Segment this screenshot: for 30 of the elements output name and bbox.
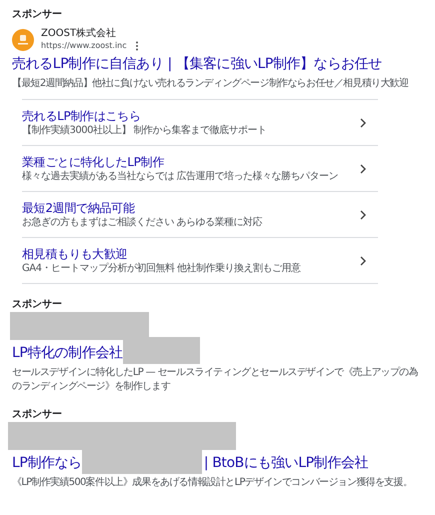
- logo-icon: [12, 28, 34, 50]
- ad-title-link[interactable]: 売れるLP制作に自信あり | 【集客に強いLP制作】ならお任せ: [12, 54, 382, 75]
- sitelink-description: お急ぎの方もまずはご相談ください あらゆる業種に対応: [22, 216, 262, 229]
- ad-title-link[interactable]: | BtoBにも強いLP制作会社: [204, 453, 368, 474]
- ad-description: 《LP制作実績500案件以上》成果をあげる情報設計とLPデザインでコンバージョン獲得を支援。: [12, 476, 414, 490]
- sitelink-description: 【制作実績3000社以上】 制作から集客まで徹底サポート: [22, 124, 267, 137]
- sitelink-title[interactable]: 売れるLP制作はこちら: [22, 108, 267, 124]
- sponsor-label: スポンサー: [12, 408, 63, 422]
- sponsor-label: スポンサー: [12, 298, 63, 312]
- ad-title-link[interactable]: LP特化の制作会社: [12, 343, 123, 364]
- sponsor-label: スポンサー: [12, 8, 63, 22]
- chevron-right-icon: [360, 164, 366, 174]
- sitelink-item[interactable]: 相見積もりも大歓迎 GA4・ヒートマップ分析が初回無料 他社制作乗り換え割もご用意: [22, 238, 378, 284]
- ad-description: セールスデザインに特化したLP — セールスライティングとセールスデザインで《売上アップの為のランディングページ》を制作します: [12, 366, 419, 394]
- more-options-icon[interactable]: [134, 40, 139, 50]
- chevron-right-icon: [360, 118, 366, 128]
- ad-description: 【最短2週間納品】他社に負けない売れるランディングページ制作ならお任せ／相見積り大歓迎: [12, 77, 410, 91]
- advertiser-name: ZOOST株式会社: [41, 28, 118, 40]
- sitelink-item[interactable]: 売れるLP制作はこちら 【制作実績3000社以上】 制作から集客まで徹底サポート: [22, 100, 378, 146]
- url-text: https://www.zoost.inc: [41, 40, 127, 51]
- sitelink-item[interactable]: 業種ごとに特化したLP制作 様々な過去実績がある当社ならでは 広告運用で培った様々な勝ちパターン: [22, 146, 378, 192]
- sitelink-description: 様々な過去実績がある当社ならでは 広告運用で培った様々な勝ちパターン: [22, 170, 338, 183]
- sitelink-title[interactable]: 業種ごとに特化したLP制作: [22, 154, 338, 170]
- sitelink-description: GA4・ヒートマップ分析が初回無料 他社制作乗り換え割もご用意: [22, 262, 301, 275]
- chevron-right-icon: [360, 256, 366, 266]
- ad-title-link[interactable]: LP制作なら: [12, 453, 82, 474]
- sitelink-item[interactable]: 最短2週間で納品可能 お急ぎの方もまずはご相談ください あらゆる業種に対応: [22, 192, 378, 238]
- chevron-right-icon: [360, 210, 366, 220]
- sitelink-title[interactable]: 相見積もりも大歓迎: [22, 246, 301, 262]
- sitelink-title[interactable]: 最短2週間で納品可能: [22, 200, 262, 216]
